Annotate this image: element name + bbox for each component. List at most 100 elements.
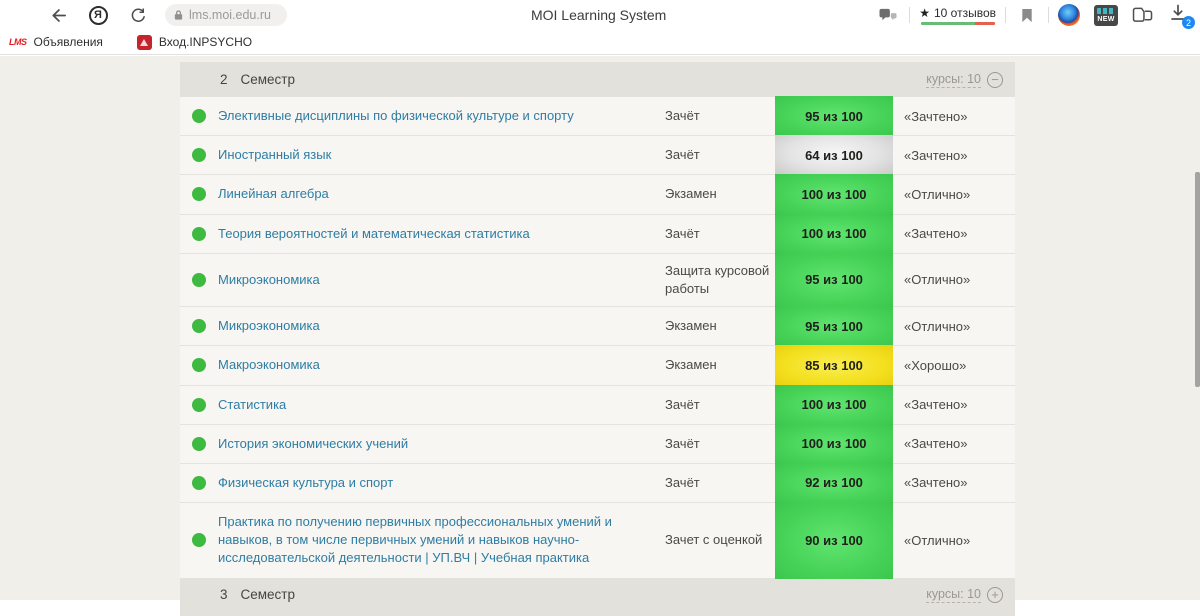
course-status-dot-icon <box>192 475 206 490</box>
semester-header-row: 2 Семестр курсы: 10 − <box>180 62 1015 97</box>
course-link[interactable]: Физическая культура и спорт <box>218 475 393 490</box>
collections-tab-groups-icon[interactable] <box>1132 6 1154 24</box>
course-name-cell: Статистика <box>218 386 665 424</box>
grade-text: «Зачтено» <box>904 226 968 242</box>
score-badge: 90 из 100 <box>775 502 893 579</box>
score-cell: 64 из 100 <box>775 135 893 176</box>
course-link[interactable]: Практика по получению первичных професси… <box>218 514 612 565</box>
status-cell <box>180 386 218 424</box>
back-button[interactable] <box>46 3 70 27</box>
course-row: Элективные дисциплины по физической куль… <box>180 96 1015 137</box>
bookmark-button[interactable] <box>1015 3 1039 27</box>
status-cell <box>180 215 218 253</box>
semester-table-body: Элективные дисциплины по физической куль… <box>180 96 1015 579</box>
course-name-cell: Теория вероятностей и математическая ста… <box>218 215 665 253</box>
course-link[interactable]: Микроэкономика <box>218 318 320 333</box>
expand-plus-icon: + <box>987 586 1003 603</box>
extension-browser-icon[interactable] <box>1058 4 1080 26</box>
course-name-cell: Физическая культура и спорт <box>218 464 665 502</box>
exam-type-text: Экзамен <box>665 357 717 373</box>
exam-type-text: Зачёт <box>665 474 700 490</box>
course-status-dot-icon <box>192 272 206 287</box>
course-link[interactable]: Линейная алгебра <box>218 186 329 201</box>
browser-toolbar: Я lms.moi.edu.ru MOI Learning System ★ 1… <box>0 0 1200 30</box>
page-scrollbar[interactable] <box>1195 172 1200 387</box>
score-cell: 95 из 100 <box>775 96 893 137</box>
exam-type-text: Зачёт <box>665 225 700 241</box>
score-badge: 100 из 100 <box>775 174 893 215</box>
yandex-icon: Я <box>88 5 108 25</box>
course-link[interactable]: История экономических учений <box>218 436 408 451</box>
score-badge: 100 из 100 <box>775 213 893 254</box>
status-cell <box>180 346 218 384</box>
exam-type-text: Зачёт <box>665 435 700 451</box>
bookmark-label: Вход.INPSYCHO <box>158 35 253 49</box>
course-link[interactable]: Иностранный язык <box>218 147 331 162</box>
bookmark-label: Объявления <box>33 35 103 49</box>
bookmark-item-announcements[interactable]: LMS Объявления <box>9 35 103 49</box>
course-row: Микроэкономика Защита курсовой работы 95… <box>180 252 1015 308</box>
grade-text: «Зачтено» <box>904 436 968 452</box>
lms-favicon: LMS <box>9 37 27 47</box>
url-text: lms.moi.edu.ru <box>189 8 271 22</box>
status-cell <box>180 425 218 463</box>
course-status-dot-icon <box>192 109 206 124</box>
courses-count-label: курсы: 10 <box>926 586 981 603</box>
exam-type-text: Зачёт <box>665 396 700 412</box>
grade-text: «Отлично» <box>904 532 971 548</box>
next-semester-header-row: 3 Семестр курсы: 10 + <box>180 577 1015 616</box>
grade-text: «Отлично» <box>904 272 971 288</box>
score-cell: 95 из 100 <box>775 252 893 308</box>
course-row: Макроэкономика Экзамен 85 из 100 «Хорошо… <box>180 345 1015 386</box>
refresh-button[interactable] <box>126 3 150 27</box>
grade-text: «Зачтено» <box>904 108 968 124</box>
semester-collapse-toggle[interactable]: курсы: 10 − <box>926 71 1003 88</box>
grade-text: «Отлично» <box>904 318 971 334</box>
course-status-dot-icon <box>192 187 206 202</box>
score-badge: 95 из 100 <box>775 306 893 347</box>
course-link[interactable]: Теория вероятностей и математическая ста… <box>218 226 530 241</box>
course-name-cell: Макроэкономика <box>218 346 665 384</box>
course-name-cell: История экономических учений <box>218 425 665 463</box>
bookmarks-bar: LMS Объявления Вход.INPSYCHO <box>0 30 1200 55</box>
star-icon: ★ <box>919 5 930 20</box>
downloads-button[interactable]: 2 <box>1168 3 1195 29</box>
exam-type-text: Защита курсовой работы <box>665 262 770 296</box>
score-badge: 92 из 100 <box>775 462 893 504</box>
site-reviews-button[interactable]: ★ 10 отзывов <box>919 6 996 25</box>
semester-number: 3 <box>220 586 228 602</box>
course-link[interactable]: Элективные дисциплины по физической куль… <box>218 108 574 123</box>
lock-icon <box>174 10 183 20</box>
score-cell: 85 из 100 <box>775 345 893 386</box>
new-label: NEW <box>1097 15 1115 23</box>
grade-text: «Хорошо» <box>904 357 967 373</box>
feedback-button[interactable] <box>876 3 900 27</box>
score-badge: 100 из 100 <box>775 423 893 464</box>
film-strip-icon <box>1097 7 1115 14</box>
course-link[interactable]: Статистика <box>218 397 286 412</box>
score-cell: 92 из 100 <box>775 462 893 504</box>
reviews-rating-bar <box>920 21 995 25</box>
course-row: Физическая культура и спорт Зачёт 92 из … <box>180 462 1015 504</box>
course-name-cell: Иностранный язык <box>218 136 665 174</box>
course-name-cell: Элективные дисциплины по физической куль… <box>218 97 665 135</box>
exam-type-text: Экзамен <box>665 186 717 202</box>
course-row: Линейная алгебра Экзамен 100 из 100 «Отл… <box>180 174 1015 215</box>
course-link[interactable]: Макроэкономика <box>218 357 320 372</box>
score-badge: 95 из 100 <box>775 96 893 137</box>
course-status-dot-icon <box>192 148 206 163</box>
course-row: Иностранный язык Зачёт 64 из 100 «Зачтен… <box>180 135 1015 176</box>
extension-new-icon[interactable]: NEW <box>1094 4 1118 26</box>
back-arrow-icon <box>51 8 66 22</box>
toolbar-separator <box>909 7 911 23</box>
course-status-dot-icon <box>192 533 206 548</box>
status-cell <box>180 307 218 345</box>
bookmark-item-inpsycho[interactable]: Вход.INPSYCHO <box>136 34 253 50</box>
course-link[interactable]: Микроэкономика <box>218 272 320 287</box>
semester-number: 2 <box>220 72 228 87</box>
address-bar[interactable]: lms.moi.edu.ru <box>165 4 287 26</box>
yandex-browser-button[interactable]: Я <box>86 3 110 27</box>
score-cell: 100 из 100 <box>775 423 893 464</box>
course-row: Практика по получению первичных професси… <box>180 502 1015 579</box>
semester-expand-toggle[interactable]: курсы: 10 + <box>926 586 1003 603</box>
